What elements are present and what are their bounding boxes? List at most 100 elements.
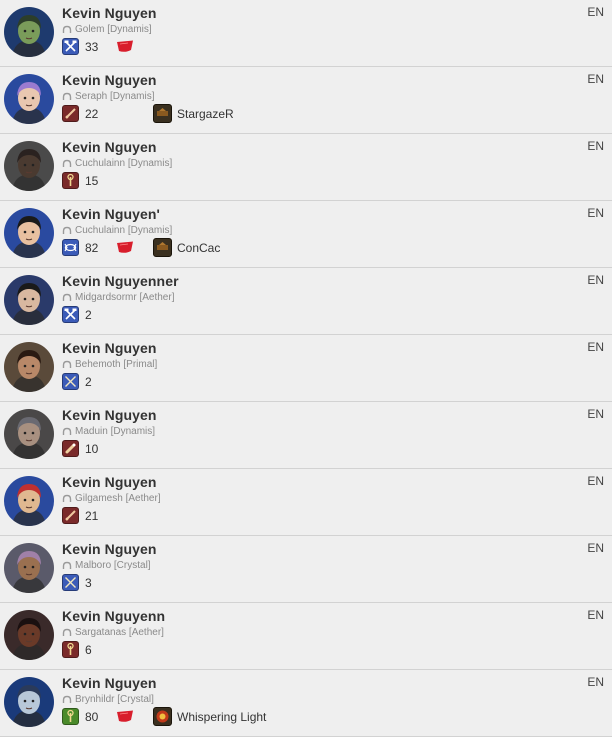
server-label: Midgardsormr [Aether] (62, 292, 174, 303)
home-world-icon (62, 494, 72, 504)
avatar[interactable] (4, 275, 54, 325)
server-label: Cuchulainn [Dynamis] (62, 158, 172, 169)
list-item[interactable]: Kevin Nguyen' EN Cuchulainn [Dynamis] 82… (0, 201, 612, 268)
player-name[interactable]: Kevin Nguyen (62, 407, 157, 423)
language-tag: EN (587, 5, 604, 19)
stats-row: 2 (62, 373, 113, 390)
chakram-icon (62, 239, 79, 256)
stats-row: 33 (62, 38, 153, 55)
server-name: Cuchulainn [Dynamis] (75, 225, 173, 236)
job-level: 33 (85, 39, 99, 54)
sword-icon (62, 105, 79, 122)
server-name: Cuchulainn [Dynamis] (75, 158, 173, 169)
list-item[interactable]: Kevin Nguyen EN Malboro [Crystal] 3 (0, 536, 612, 603)
job-level: 6 (85, 642, 92, 657)
swords-crossed-icon (62, 373, 79, 390)
home-world-icon (62, 360, 72, 370)
avatar[interactable] (4, 543, 54, 593)
crystal-badge-icon (115, 710, 135, 723)
list-item[interactable]: Kevin Nguyen EN Golem [Dynamis] 33 (0, 0, 612, 67)
player-name[interactable]: Kevin Nguyen' (62, 206, 160, 222)
avatar[interactable] (4, 610, 54, 660)
server-label: Maduin [Dynamis] (62, 426, 155, 437)
server-label: Cuchulainn [Dynamis] (62, 225, 172, 236)
crystal-badge-icon (115, 40, 135, 53)
free-company-name[interactable]: Whispering Light (177, 710, 266, 724)
home-world-icon (62, 561, 72, 571)
server-name: Behemoth [Primal] (75, 359, 158, 370)
player-name[interactable]: Kevin Nguyenner (62, 273, 179, 289)
avatar[interactable] (4, 409, 54, 459)
server-name: Maduin [Dynamis] (75, 426, 156, 437)
rod-icon (62, 708, 79, 725)
stats-row: 6 (62, 641, 113, 658)
language-tag: EN (587, 675, 604, 689)
language-tag: EN (587, 541, 604, 555)
home-world-icon (62, 628, 72, 638)
list-item[interactable]: Kevin Nguyen EN Maduin [Dynamis] 10 (0, 402, 612, 469)
home-world-icon (62, 427, 72, 437)
job-level: 15 (85, 173, 99, 188)
player-list: Kevin Nguyen EN Golem [Dynamis] 33 Kevin… (0, 0, 612, 737)
player-name[interactable]: Kevin Nguyen (62, 474, 157, 490)
stats-row: 10 (62, 440, 113, 457)
server-name: Gilgamesh [Aether] (75, 493, 161, 504)
swords-crossed-icon (62, 574, 79, 591)
home-world-icon (62, 695, 72, 705)
server-name: Midgardsormr [Aether] (75, 292, 175, 303)
free-company-crest-icon (153, 104, 172, 123)
player-name[interactable]: Kevin Nguyen (62, 72, 157, 88)
home-world-icon (62, 226, 72, 236)
list-item[interactable]: Kevin Nguyenner EN Midgardsormr [Aether]… (0, 268, 612, 335)
home-world-icon (62, 25, 72, 35)
language-tag: EN (587, 407, 604, 421)
crystal-badge-icon (115, 241, 135, 254)
server-name: Sargatanas [Aether] (75, 627, 164, 638)
stats-row: 3 (62, 574, 113, 591)
player-name[interactable]: Kevin Nguyen (62, 541, 157, 557)
free-company-name[interactable]: ConCac (177, 241, 220, 255)
language-tag: EN (587, 608, 604, 622)
rod-icon (62, 641, 79, 658)
avatar[interactable] (4, 677, 54, 727)
server-name: Brynhildr [Crystal] (75, 694, 154, 705)
language-tag: EN (587, 72, 604, 86)
stats-row: 80 Whispering Light (62, 707, 266, 726)
home-world-icon (62, 159, 72, 169)
player-name[interactable]: Kevin Nguyen (62, 5, 157, 21)
stats-row: 21 (62, 507, 113, 524)
tool-crossed-icon (62, 38, 79, 55)
server-label: Malboro [Crystal] (62, 560, 151, 571)
avatar[interactable] (4, 476, 54, 526)
job-level: 2 (85, 307, 92, 322)
player-name[interactable]: Kevin Nguyen (62, 139, 157, 155)
free-company-name[interactable]: StargazeR (177, 107, 234, 121)
player-name[interactable]: Kevin Nguyen (62, 340, 157, 356)
home-world-icon (62, 293, 72, 303)
player-name[interactable]: Kevin Nguyen (62, 675, 157, 691)
list-item[interactable]: Kevin Nguyen EN Behemoth [Primal] 2 (0, 335, 612, 402)
sword-icon (62, 507, 79, 524)
server-label: Behemoth [Primal] (62, 359, 157, 370)
list-item[interactable]: Kevin Nguyenn EN Sargatanas [Aether] 6 (0, 603, 612, 670)
list-item[interactable]: Kevin Nguyen EN Brynhildr [Crystal] 80 W… (0, 670, 612, 737)
avatar[interactable] (4, 141, 54, 191)
job-level: 80 (85, 709, 99, 724)
job-level: 2 (85, 374, 92, 389)
server-label: Seraph [Dynamis] (62, 91, 154, 102)
server-name: Malboro [Crystal] (75, 560, 151, 571)
server-label: Golem [Dynamis] (62, 24, 152, 35)
avatar[interactable] (4, 74, 54, 124)
list-item[interactable]: Kevin Nguyen EN Cuchulainn [Dynamis] 15 (0, 134, 612, 201)
list-item[interactable]: Kevin Nguyen EN Seraph [Dynamis] 22 Star… (0, 67, 612, 134)
server-label: Sargatanas [Aether] (62, 627, 164, 638)
language-tag: EN (587, 206, 604, 220)
stats-row: 2 (62, 306, 113, 323)
avatar[interactable] (4, 7, 54, 57)
job-level: 22 (85, 106, 99, 121)
player-name[interactable]: Kevin Nguyenn (62, 608, 165, 624)
avatar[interactable] (4, 342, 54, 392)
server-name: Seraph [Dynamis] (75, 91, 155, 102)
avatar[interactable] (4, 208, 54, 258)
list-item[interactable]: Kevin Nguyen EN Gilgamesh [Aether] 21 (0, 469, 612, 536)
